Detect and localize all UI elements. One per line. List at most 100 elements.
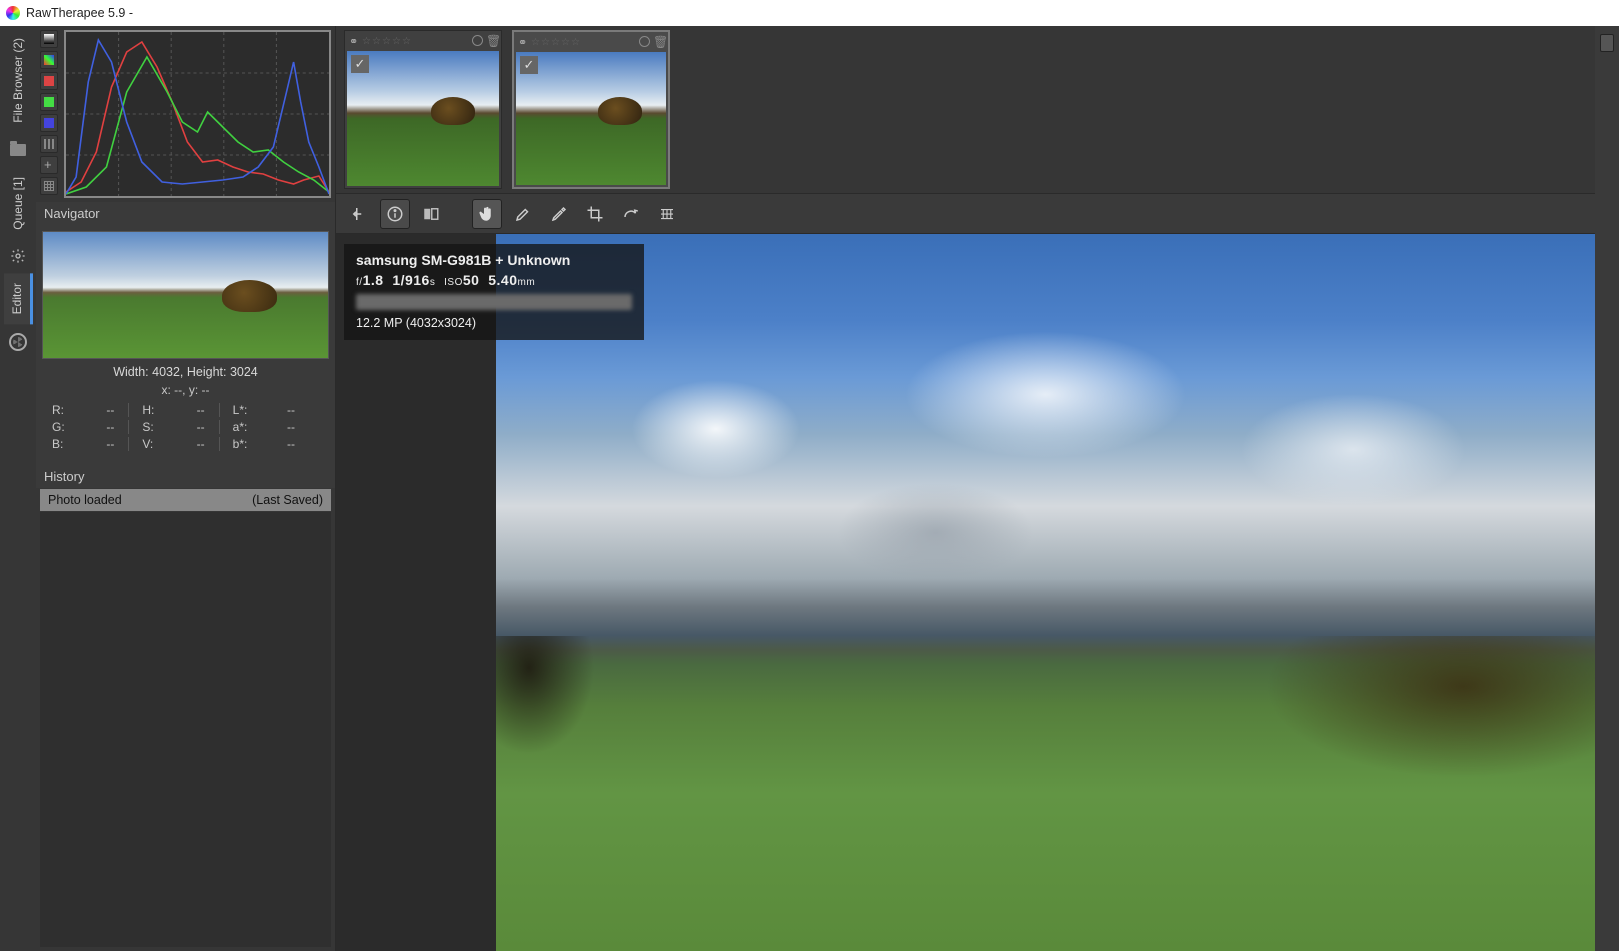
thumb-check-icon[interactable]: ✓ — [351, 55, 369, 73]
nav-r-val: -- — [78, 403, 120, 417]
info-button[interactable] — [380, 199, 410, 229]
histo-green-button[interactable] — [40, 93, 58, 111]
nav-b-label: B: — [52, 437, 74, 451]
straighten-button[interactable] — [616, 199, 646, 229]
star-icon[interactable]: ☆ — [362, 36, 371, 45]
hand-tool-button[interactable] — [472, 199, 502, 229]
nav-v-label: V: — [142, 437, 164, 451]
nav-s-label: S: — [142, 420, 164, 434]
histo-red-button[interactable] — [40, 72, 58, 90]
navigator-label: Navigator — [36, 202, 335, 225]
right-mini-panel — [1595, 26, 1619, 951]
nav-g-label: G: — [52, 420, 74, 434]
main-image[interactable] — [496, 234, 1595, 951]
color-picker-button[interactable] — [544, 199, 574, 229]
viewer-left-margin — [336, 234, 496, 951]
histo-blue-button[interactable] — [40, 114, 58, 132]
nav-L-val: -- — [259, 403, 301, 417]
tab-editor[interactable]: Editor — [4, 273, 33, 324]
star-icon[interactable]: ☆ — [402, 36, 411, 45]
histo-rgb-button[interactable] — [40, 51, 58, 69]
navigator-dims: Width: 4032, Height: 3024 — [42, 359, 329, 381]
gear-icon[interactable] — [9, 247, 27, 265]
nav-L-label: L*: — [233, 403, 255, 417]
star-icon[interactable]: ☆ — [561, 37, 570, 46]
image-viewer[interactable]: samsung SM-G981B + Unknown f/1.8 1/916s … — [336, 234, 1595, 951]
app-icon — [6, 6, 20, 20]
panel-toggle-button[interactable] — [344, 199, 374, 229]
center-area: ⚭ ☆☆☆☆☆ 🗑 ✓ ⚭ ☆☆☆☆☆ — [336, 26, 1595, 951]
color-label-icon[interactable] — [639, 36, 650, 47]
filmstrip: ⚭ ☆☆☆☆☆ 🗑 ✓ ⚭ ☆☆☆☆☆ — [336, 26, 1595, 194]
perspective-button[interactable] — [652, 199, 682, 229]
before-after-button[interactable] — [416, 199, 446, 229]
tab-queue-label: Queue [1] — [11, 177, 25, 230]
history-row-left: Photo loaded — [48, 493, 122, 507]
aperture-icon[interactable] — [9, 333, 27, 351]
folder-icon[interactable] — [9, 141, 27, 159]
nav-a-val: -- — [259, 420, 301, 434]
thumb-2[interactable]: ⚭ ☆☆☆☆☆ 🗑 ✓ — [512, 30, 670, 189]
info-megapixels: 12.2 MP (4032x3024) — [356, 316, 632, 330]
histogram-tools: + — [40, 30, 60, 198]
navigator-panel: Width: 4032, Height: 3024 x: --, y: -- R… — [36, 225, 335, 465]
color-label-icon[interactable] — [472, 35, 483, 46]
star-icon[interactable]: ☆ — [531, 37, 540, 46]
thumb-stars[interactable]: ☆☆☆☆☆ — [362, 36, 469, 45]
right-panel-toggle[interactable] — [1600, 34, 1614, 52]
star-icon[interactable]: ☆ — [541, 37, 550, 46]
info-redacted — [356, 294, 632, 310]
crop-button[interactable] — [580, 199, 610, 229]
wb-picker-button[interactable] — [508, 199, 538, 229]
tab-editor-label: Editor — [10, 283, 24, 314]
nav-s-val: -- — [168, 420, 210, 434]
titlebar: RawTherapee 5.9 - — [0, 0, 1619, 26]
thumb-check-icon[interactable]: ✓ — [520, 56, 538, 74]
trash-icon[interactable]: 🗑 — [486, 34, 497, 46]
link-icon[interactable]: ⚭ — [349, 35, 359, 45]
nav-v-val: -- — [168, 437, 210, 451]
star-icon[interactable]: ☆ — [392, 36, 401, 45]
info-exposure: f/1.8 1/916s ISO50 5.40mm — [356, 272, 632, 288]
main: File Browser (2) Queue [1] Editor + — [0, 26, 1619, 951]
history-panel: History Photo loaded (Last Saved) — [36, 465, 335, 951]
nav-bs-val: -- — [259, 437, 301, 451]
star-icon[interactable]: ☆ — [571, 37, 580, 46]
tab-file-browser[interactable]: File Browser (2) — [5, 28, 31, 133]
thumb-image[interactable]: ✓ — [347, 51, 499, 186]
left-panel: + Navigator Width: 4032, Height: 3024 — [36, 26, 336, 951]
window-title: RawTherapee 5.9 - — [26, 6, 133, 20]
history-label: History — [36, 465, 335, 488]
histogram-canvas — [64, 30, 331, 198]
link-icon[interactable]: ⚭ — [518, 36, 528, 46]
tab-file-browser-label: File Browser (2) — [11, 38, 25, 123]
thumb-stars[interactable]: ☆☆☆☆☆ — [531, 37, 636, 46]
info-overlay: samsung SM-G981B + Unknown f/1.8 1/916s … — [344, 244, 644, 340]
nav-a-label: a*: — [233, 420, 255, 434]
nav-b-val: -- — [78, 437, 120, 451]
nav-h-label: H: — [142, 403, 164, 417]
nav-h-val: -- — [168, 403, 210, 417]
left-rail: File Browser (2) Queue [1] Editor — [0, 26, 36, 951]
thumb-image[interactable]: ✓ — [516, 52, 666, 185]
histo-luminance-button[interactable] — [40, 30, 58, 48]
tab-queue[interactable]: Queue [1] — [5, 167, 31, 240]
nav-bs-label: b*: — [233, 437, 255, 451]
thumb-1[interactable]: ⚭ ☆☆☆☆☆ 🗑 ✓ — [344, 30, 502, 189]
histo-bars-button[interactable] — [40, 135, 58, 153]
info-camera: samsung SM-G981B + Unknown — [356, 252, 632, 268]
history-row[interactable]: Photo loaded (Last Saved) — [40, 489, 331, 511]
star-icon[interactable]: ☆ — [551, 37, 560, 46]
navigator-thumb[interactable] — [42, 231, 329, 359]
history-row-right: (Last Saved) — [252, 493, 323, 507]
histo-add-button[interactable]: + — [40, 156, 58, 174]
navigator-xy: x: --, y: -- — [42, 381, 329, 399]
navigator-values: R:-- H:-- L*:-- G:-- S:-- a*:-- B:-- V:-… — [42, 399, 329, 459]
history-empty — [40, 512, 331, 947]
nav-r-label: R: — [52, 403, 74, 417]
star-icon[interactable]: ☆ — [382, 36, 391, 45]
histo-grid-button[interactable] — [40, 177, 58, 195]
star-icon[interactable]: ☆ — [372, 36, 381, 45]
trash-icon[interactable]: 🗑 — [653, 35, 664, 47]
histogram-box: + — [36, 26, 335, 202]
